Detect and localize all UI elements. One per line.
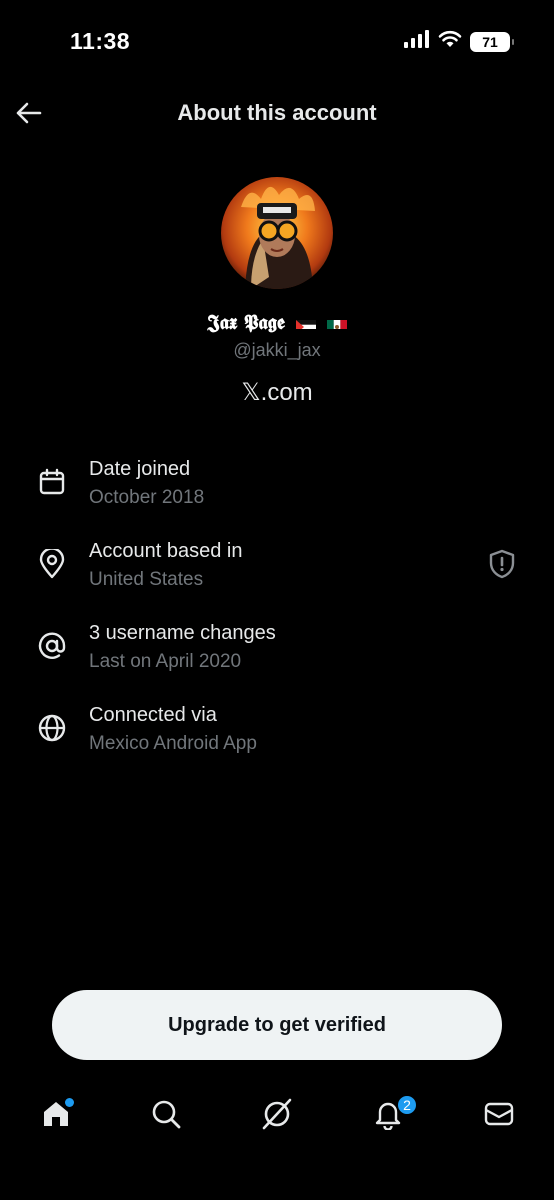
wifi-icon <box>438 30 462 53</box>
handle: @jakki_jax <box>233 340 321 360</box>
info-value: October 2018 <box>89 487 205 508</box>
grok-icon <box>260 1097 294 1136</box>
info-value: Last on April 2020 <box>89 651 242 672</box>
info-row-username-changes: 3 username changes Last on April 2020 <box>0 616 554 686</box>
display-name-text: 𝕵𝖆𝖝 𝕻𝖆𝖌𝖊 <box>207 310 285 334</box>
calendar-icon <box>36 466 68 498</box>
info-label: Account based in <box>89 540 243 562</box>
tab-grok[interactable] <box>257 1096 297 1136</box>
info-value: United States <box>89 569 204 590</box>
at-sign-icon <box>36 630 68 662</box>
cellular-signal-icon <box>404 30 430 53</box>
tab-notifications[interactable]: 2 <box>368 1094 418 1136</box>
status-bar: 11:38 71 <box>0 0 554 80</box>
notification-count-badge: 2 <box>396 1094 418 1116</box>
location-pin-icon <box>36 548 68 580</box>
status-time: 11:38 <box>70 28 131 54</box>
mail-icon <box>483 1098 515 1135</box>
bottom-tab-bar: 2 <box>0 1086 554 1150</box>
shield-alert-icon[interactable] <box>486 548 518 580</box>
battery-indicator: 71 <box>470 31 514 52</box>
info-value: Mexico Android App <box>89 733 257 754</box>
site-label: 𝕏.com <box>241 379 313 406</box>
search-icon <box>150 1098 182 1135</box>
display-name: 𝕵𝖆𝖝 𝕻𝖆𝖌𝖊 <box>0 310 554 334</box>
info-row-account-based-in: Account based in United States <box>0 534 554 604</box>
info-row-connected-via: Connected via Mexico Android App <box>0 698 554 768</box>
info-label: Connected via <box>89 704 217 726</box>
tab-search[interactable] <box>146 1096 186 1136</box>
status-indicators: 71 <box>404 30 514 53</box>
globe-icon <box>36 712 68 744</box>
palestine-flag <box>295 315 316 329</box>
tab-home[interactable] <box>36 1096 76 1136</box>
page-title: About this account <box>177 100 377 125</box>
upgrade-verified-button[interactable]: Upgrade to get verified <box>52 990 502 1060</box>
info-row-date-joined: Date joined October 2018 <box>0 452 554 522</box>
info-label: 3 username changes <box>89 622 276 644</box>
header: About this account <box>0 84 554 144</box>
info-label: Date joined <box>89 458 191 480</box>
avatar[interactable] <box>221 177 333 289</box>
tab-messages[interactable] <box>479 1096 519 1136</box>
mexico-flag <box>326 315 347 329</box>
unread-dot <box>65 1098 74 1107</box>
